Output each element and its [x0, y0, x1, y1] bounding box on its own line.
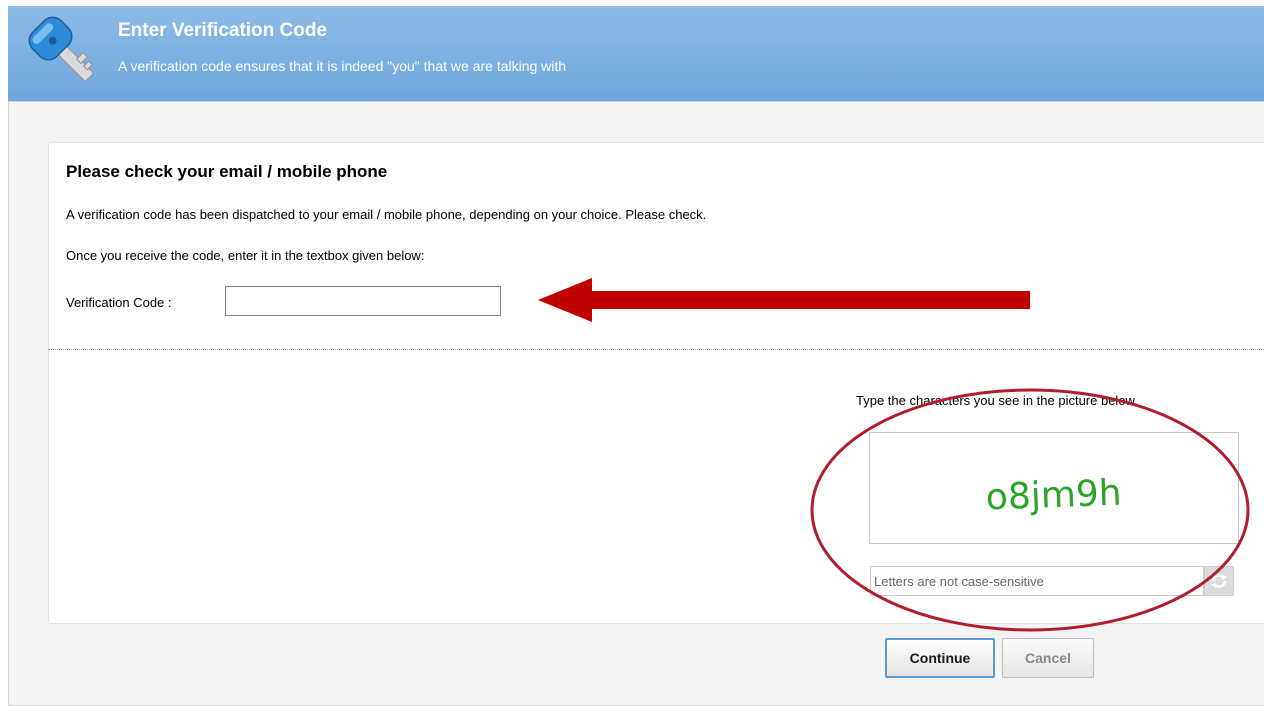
instruction-message: Once you receive the code, enter it in t…: [66, 248, 425, 263]
captcha-input[interactable]: [870, 566, 1204, 596]
key-icon: [28, 16, 94, 82]
verification-code-label: Verification Code :: [66, 295, 172, 310]
refresh-icon[interactable]: [1204, 566, 1234, 596]
verification-code-input[interactable]: [225, 286, 501, 316]
header-subtitle: A verification code ensures that it is i…: [118, 58, 567, 74]
continue-button[interactable]: Continue: [885, 638, 995, 678]
section-title: Please check your email / mobile phone: [66, 162, 388, 181]
captcha-image: o8jm9h: [869, 432, 1239, 544]
captcha-prompt: Type the characters you see in the pictu…: [856, 393, 1138, 408]
header-title: Enter Verification Code: [118, 20, 328, 41]
captcha-text: o8jm9h: [985, 473, 1122, 519]
dispatch-message: A verification code has been dispatched …: [66, 207, 707, 222]
section-divider: [48, 349, 1264, 350]
cancel-button[interactable]: Cancel: [1002, 638, 1094, 678]
